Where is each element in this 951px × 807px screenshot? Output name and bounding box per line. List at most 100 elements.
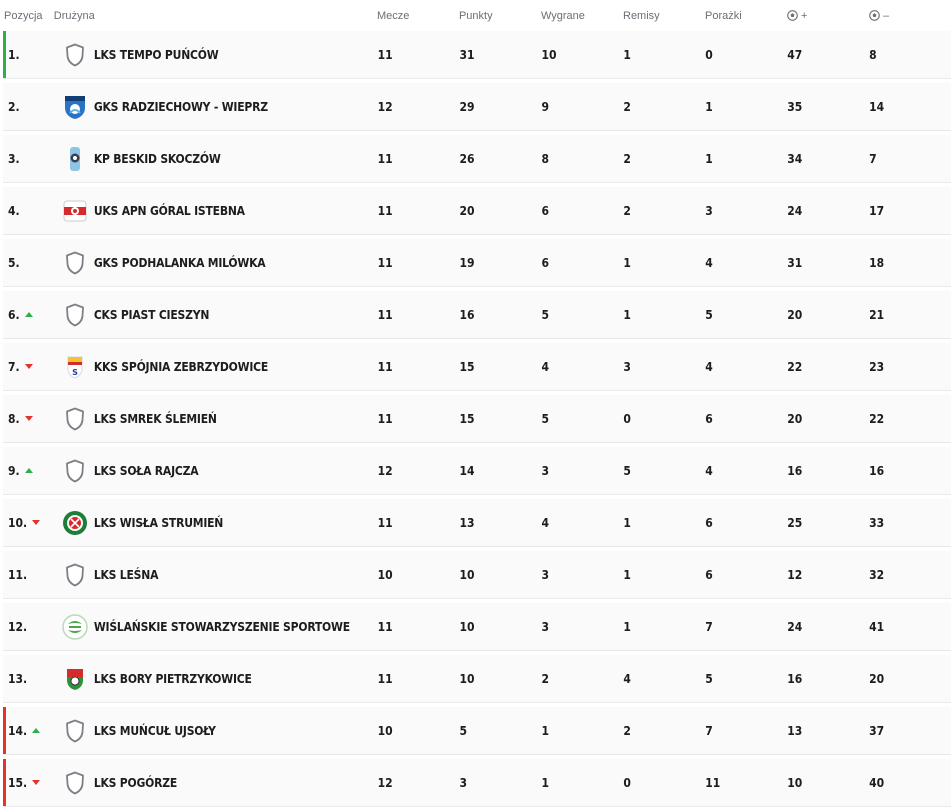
ball-icon xyxy=(787,10,798,21)
matches-cell: 11 xyxy=(377,359,393,374)
points-cell: 16 xyxy=(459,307,475,322)
team-name[interactable]: WIŚLAŃSKIE STOWARZYSZENIE SPORTOWE xyxy=(94,620,350,634)
losses-cell: 7 xyxy=(705,723,713,738)
team-cell[interactable]: S KKS SPÓJNIA ZEBRZYDOWICE xyxy=(54,354,378,380)
team-cell[interactable]: GKS PODHALANKA MILÓWKA xyxy=(54,250,378,276)
team-cell[interactable]: LKS TEMPO PUŃCÓW xyxy=(54,42,378,68)
table-row[interactable]: 1. LKS TEMPO PUŃCÓW 11 31 10 1 0 47 8 xyxy=(3,31,951,79)
team-name[interactable]: LKS SMREK ŚLEMIEŃ xyxy=(94,412,217,426)
position-number: 13. xyxy=(8,671,28,686)
table-row[interactable]: 5. GKS PODHALANKA MILÓWKA 11 19 6 1 4 31 18 xyxy=(3,239,951,287)
losses-cell: 4 xyxy=(705,359,713,374)
team-cell[interactable]: LKS LEŚNA xyxy=(54,562,378,588)
lks-bory-crest-icon xyxy=(62,666,88,692)
team-cell[interactable]: GKS RADZIECHOWY - WIEPRZ xyxy=(54,94,378,120)
table-row[interactable]: 10. LKS WISŁA STRUMIEŃ 11 13 4 1 6 25 33 xyxy=(3,499,951,547)
shield-outline-icon xyxy=(62,718,88,744)
table-row[interactable]: 2. GKS RADZIECHOWY - WIEPRZ 12 29 9 2 1 35 14 xyxy=(3,83,951,131)
losses-cell: 6 xyxy=(705,411,713,426)
position-number: 10. xyxy=(8,515,28,530)
points-cell: 31 xyxy=(459,47,475,62)
table-row[interactable]: 3. KP BESKID SKOCZÓW 11 26 8 2 1 34 7 xyxy=(3,135,951,183)
points-cell: 26 xyxy=(459,151,475,166)
goals-for-cell: 12 xyxy=(787,567,803,582)
team-cell[interactable]: LKS SMREK ŚLEMIEŃ xyxy=(54,406,378,432)
position-cell: 11. xyxy=(3,568,54,582)
table-row[interactable]: 12. WIŚLAŃSKIE STOWARZYSZENIE SPORTOWE 11 1… xyxy=(3,603,951,651)
losses-cell: 1 xyxy=(705,151,713,166)
goals-against-cell: 37 xyxy=(869,723,885,738)
table-row[interactable]: 6. CKS PIAST CIESZYN 11 16 5 1 5 20 21 xyxy=(3,291,951,339)
position-number: 4. xyxy=(8,203,20,218)
draws-cell: 1 xyxy=(623,515,631,530)
matches-cell: 11 xyxy=(377,151,393,166)
team-name[interactable]: KKS SPÓJNIA ZEBRZYDOWICE xyxy=(94,360,268,374)
team-name[interactable]: CKS PIAST CIESZYN xyxy=(94,308,210,322)
draws-cell: 1 xyxy=(623,619,631,634)
matches-cell: 11 xyxy=(377,47,393,62)
team-cell[interactable]: UKS APN GÓRAL ISTEBNA xyxy=(54,198,378,224)
team-cell[interactable]: LKS BORY PIETRZYKOWICE xyxy=(54,666,378,692)
wins-cell: 2 xyxy=(541,671,549,686)
team-name[interactable]: LKS SOŁA RAJCZA xyxy=(94,464,199,478)
position-cell: 1. xyxy=(3,48,54,62)
team-name[interactable]: LKS LEŚNA xyxy=(94,568,159,582)
standings-table: Pozycja Drużyna Mecze Punkty Wygrane Rem… xyxy=(0,0,951,807)
goals-against-cell: 14 xyxy=(869,99,885,114)
position-cell: 12. xyxy=(3,620,54,634)
position-number: 9. xyxy=(8,463,20,478)
team-cell[interactable]: KP BESKID SKOCZÓW xyxy=(54,146,378,172)
trend-up-icon xyxy=(24,312,33,317)
team-cell[interactable]: CKS PIAST CIESZYN xyxy=(54,302,378,328)
losses-cell: 1 xyxy=(705,99,713,114)
team-name[interactable]: LKS TEMPO PUŃCÓW xyxy=(94,48,219,62)
points-cell: 10 xyxy=(459,619,475,634)
team-name[interactable]: GKS RADZIECHOWY - WIEPRZ xyxy=(94,100,268,114)
team-cell[interactable]: LKS SOŁA RAJCZA xyxy=(54,458,378,484)
trend-down-icon xyxy=(32,520,41,525)
team-cell[interactable]: LKS WISŁA STRUMIEŃ xyxy=(54,510,378,536)
table-row[interactable]: 7. S KKS SPÓJNIA ZEBRZYDOWICE 11 15 4 3 4 22 23 xyxy=(3,343,951,391)
points-cell: 5 xyxy=(459,723,468,738)
trend-down-icon xyxy=(32,780,41,785)
table-row[interactable]: 13. LKS BORY PIETRZYKOWICE 11 10 2 4 5 16 20 xyxy=(3,655,951,703)
team-name[interactable]: KP BESKID SKOCZÓW xyxy=(94,152,221,166)
position-number: 1. xyxy=(8,47,20,62)
wins-cell: 5 xyxy=(541,307,549,322)
table-row[interactable]: 15. LKS POGÓRZE 12 3 1 0 11 10 40 xyxy=(3,759,951,807)
goals-for-cell: 25 xyxy=(787,515,803,530)
team-name[interactable]: GKS PODHALANKA MILÓWKA xyxy=(94,256,266,270)
table-row[interactable]: 4. UKS APN GÓRAL ISTEBNA 11 20 6 2 3 24 17 xyxy=(3,187,951,235)
position-number: 2. xyxy=(8,99,20,114)
points-cell: 13 xyxy=(459,515,475,530)
table-row[interactable]: 14. LKS MUŃCUŁ UJSOŁY 10 5 1 2 7 13 37 xyxy=(3,707,951,755)
team-cell[interactable]: LKS POGÓRZE xyxy=(54,770,378,796)
position-cell: 3. xyxy=(3,152,54,166)
matches-cell: 11 xyxy=(377,307,393,322)
shield-outline-icon xyxy=(62,42,88,68)
table-row[interactable]: 11. LKS LEŚNA 10 10 3 1 6 12 32 xyxy=(3,551,951,599)
points-cell: 19 xyxy=(459,255,475,270)
matches-cell: 11 xyxy=(377,411,393,426)
team-cell[interactable]: LKS MUŃCUŁ UJSOŁY xyxy=(54,718,378,744)
team-name[interactable]: LKS BORY PIETRZYKOWICE xyxy=(94,672,252,686)
team-name[interactable]: LKS MUŃCUŁ UJSOŁY xyxy=(94,724,216,738)
team-name[interactable]: UKS APN GÓRAL ISTEBNA xyxy=(94,204,245,218)
uks-apn-crest-icon xyxy=(62,198,88,224)
position-number: 6. xyxy=(8,307,20,322)
matches-cell: 11 xyxy=(377,203,393,218)
team-name[interactable]: LKS WISŁA STRUMIEŃ xyxy=(94,516,224,530)
header-goals-against: – xyxy=(869,10,951,22)
header-draws: Remisy xyxy=(623,9,660,22)
wins-cell: 4 xyxy=(541,359,549,374)
goals-for-cell: 31 xyxy=(787,255,803,270)
table-row[interactable]: 9. LKS SOŁA RAJCZA 12 14 3 5 4 16 16 xyxy=(3,447,951,495)
team-cell[interactable]: WIŚLAŃSKIE STOWARZYSZENIE SPORTOWE xyxy=(54,613,378,640)
shield-outline-icon xyxy=(62,770,88,796)
team-name[interactable]: LKS POGÓRZE xyxy=(94,776,177,790)
draws-cell: 1 xyxy=(623,47,631,62)
points-cell: 14 xyxy=(459,463,475,478)
table-row[interactable]: 8. LKS SMREK ŚLEMIEŃ 11 15 5 0 6 20 22 xyxy=(3,395,951,443)
header-position: Pozycja xyxy=(4,9,43,22)
position-cell: 13. xyxy=(3,672,54,686)
